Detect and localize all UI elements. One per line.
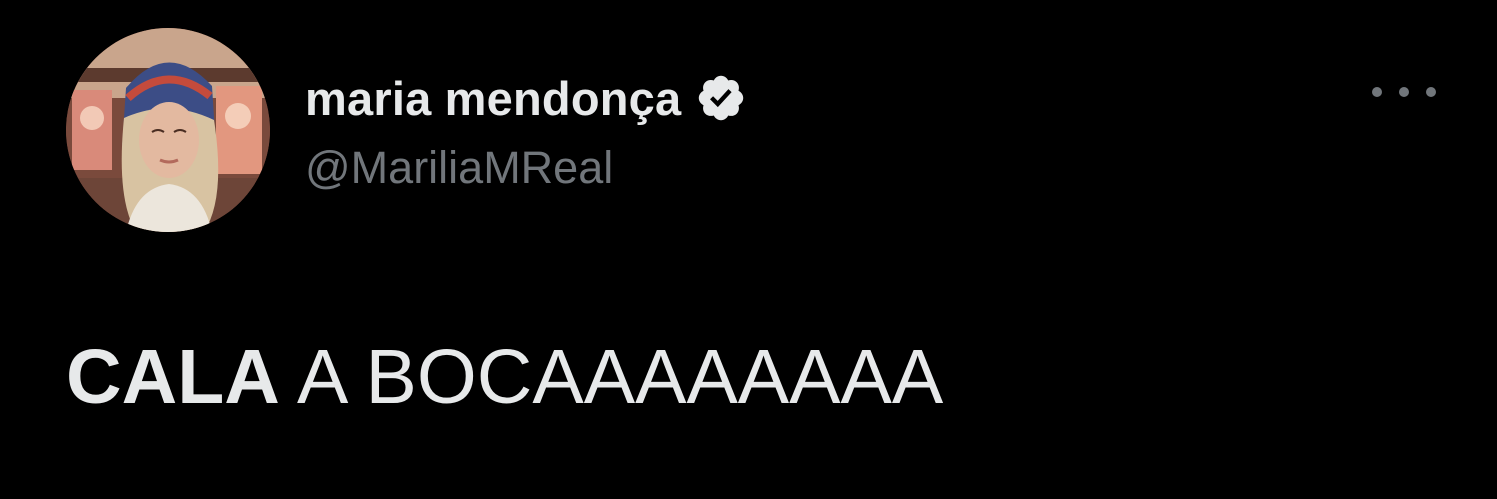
more-dot — [1399, 87, 1409, 97]
more-options-icon[interactable] — [1372, 80, 1436, 104]
tweet-text-rest: A BOCAAAAAAAA — [279, 334, 944, 420]
verified-badge-icon — [695, 72, 747, 124]
more-dot — [1426, 87, 1436, 97]
profile-photo-icon — [66, 28, 270, 232]
more-dot — [1372, 87, 1382, 97]
tweet-text-bold: CALA — [66, 334, 280, 420]
author-avatar[interactable] — [66, 28, 270, 232]
author-handle[interactable]: @MariliaMReal — [305, 142, 613, 194]
author-name-row[interactable]: maria mendonça — [305, 68, 747, 128]
author-display-name[interactable]: maria mendonça — [305, 71, 681, 126]
tweet-text: CALA A BOCAAAAAAAA — [66, 334, 943, 420]
tweet-card: maria mendonça @MariliaMReal CALA A BOCA… — [0, 0, 1497, 499]
